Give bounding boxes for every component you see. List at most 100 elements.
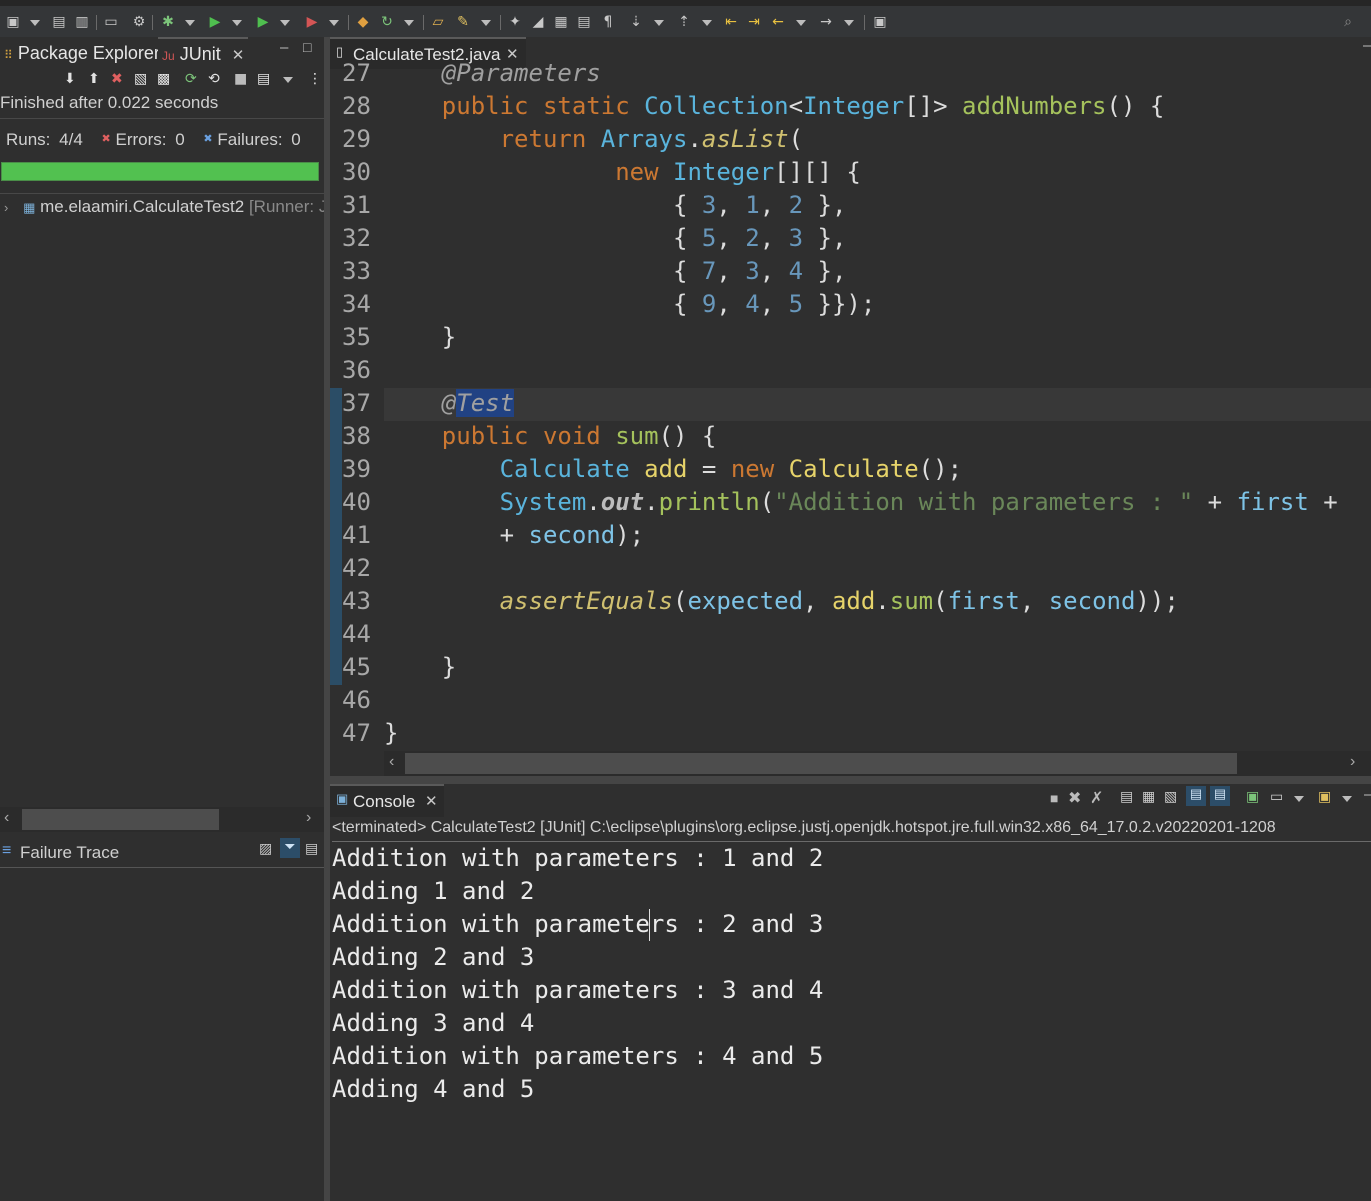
pin-console-icon[interactable]: ▣ bbox=[1246, 788, 1259, 805]
code-line-38[interactable]: public void sum() { bbox=[384, 422, 717, 450]
next-failure-icon[interactable]: ⬇ bbox=[64, 71, 76, 87]
code-line-47[interactable]: } bbox=[384, 719, 398, 747]
whitespace-icon[interactable]: ▦ bbox=[553, 14, 569, 30]
paragraph-icon[interactable]: ¶ bbox=[600, 14, 616, 30]
terminate-icon[interactable]: ■ bbox=[1050, 790, 1058, 806]
rerun-icon[interactable]: ⟳ bbox=[185, 71, 197, 87]
open-console-icon[interactable]: ▣ bbox=[1318, 788, 1331, 805]
refresh-icon[interactable]: ↻ bbox=[379, 14, 395, 30]
next-annotation-icon[interactable]: ⇣ bbox=[628, 14, 644, 30]
code-line-39[interactable]: Calculate add = new Calculate(); bbox=[384, 455, 962, 483]
show-failures-only-icon[interactable]: ✖ bbox=[111, 71, 123, 87]
code-line-30[interactable]: new Integer[][] { bbox=[384, 158, 861, 186]
debug-icon[interactable]: ✱ bbox=[160, 14, 176, 30]
display-console-icon[interactable]: ▭ bbox=[1270, 788, 1283, 805]
annotation-dropdown[interactable] bbox=[654, 20, 664, 26]
clear-console-icon[interactable]: ▤ bbox=[1120, 788, 1133, 805]
code-line-31[interactable]: { 3, 1, 2 }, bbox=[384, 191, 846, 219]
debug-dropdown[interactable] bbox=[185, 20, 195, 26]
scroll-right-icon[interactable]: › bbox=[1350, 753, 1355, 771]
code-line-43[interactable]: assertEquals(expected, add.sum(first, se… bbox=[384, 587, 1179, 615]
refresh-dropdown[interactable] bbox=[404, 20, 414, 26]
scroll-lock-icon[interactable]: ▦ bbox=[1142, 788, 1155, 805]
code-line-34[interactable]: { 9, 4, 5 }}); bbox=[384, 290, 875, 318]
search-icon[interactable]: ✎ bbox=[455, 14, 471, 30]
run-dropdown[interactable] bbox=[232, 20, 242, 26]
perspective-icon[interactable]: ▣ bbox=[872, 14, 888, 30]
expand-chevron-icon[interactable]: › bbox=[4, 200, 8, 215]
block-selection-icon[interactable]: ▤ bbox=[576, 14, 592, 30]
navigate-back-dropdown[interactable] bbox=[796, 20, 806, 26]
terminal-icon[interactable]: ▭ bbox=[103, 14, 119, 30]
close-icon[interactable]: ✕ bbox=[232, 47, 245, 64]
toolbar-separator bbox=[864, 15, 865, 30]
copy-trace-icon[interactable]: ▤ bbox=[305, 840, 318, 857]
code-line-29[interactable]: return Arrays.asList( bbox=[384, 125, 803, 153]
scroll-right-icon[interactable]: › bbox=[306, 809, 311, 827]
external-tools-dropdown[interactable] bbox=[329, 20, 339, 26]
navigate-back-icon[interactable]: ← bbox=[770, 14, 786, 30]
back-icon[interactable]: ⇡ bbox=[676, 14, 692, 30]
editor-scroll-thumb[interactable] bbox=[405, 753, 1237, 774]
stop-icon[interactable]: ■ bbox=[234, 71, 247, 87]
code-line-28[interactable]: public static Collection<Integer[]> addN… bbox=[384, 92, 1165, 120]
navigate-forward-icon[interactable]: → bbox=[818, 14, 834, 30]
remove-all-icon[interactable]: ✗ bbox=[1090, 788, 1103, 808]
new-package-icon[interactable]: ◆ bbox=[355, 14, 371, 30]
code-line-45[interactable]: } bbox=[384, 653, 456, 681]
back-dropdown[interactable] bbox=[702, 20, 712, 26]
open-console-dropdown[interactable] bbox=[1342, 796, 1352, 802]
history-icon[interactable]: ▤ bbox=[257, 71, 270, 87]
run-icon[interactable]: ▶ bbox=[207, 14, 223, 30]
save-icon[interactable]: ▤ bbox=[51, 14, 67, 30]
code-line-41[interactable]: + second); bbox=[384, 521, 645, 549]
last-edit-icon[interactable]: ⇤ bbox=[723, 14, 739, 30]
close-icon[interactable]: ✕ bbox=[425, 792, 438, 810]
minimize-icon[interactable]: – bbox=[1364, 786, 1371, 803]
scroll-left-icon[interactable]: ‹ bbox=[389, 753, 394, 771]
remove-launch-icon[interactable]: ✖ bbox=[1068, 788, 1081, 808]
rerun-failed-icon[interactable]: ⟲ bbox=[208, 71, 220, 87]
new-dropdown[interactable] bbox=[30, 20, 40, 26]
tab-package-explorer[interactable]: ⠿ Package Explorer bbox=[4, 37, 160, 69]
maximize-icon[interactable]: □ bbox=[303, 39, 311, 55]
left-scroll-thumb[interactable] bbox=[22, 809, 219, 830]
save-all-icon[interactable]: ▥ bbox=[74, 14, 90, 30]
history-dropdown[interactable] bbox=[283, 77, 293, 83]
previous-failure-icon[interactable]: ⬆ bbox=[88, 71, 100, 87]
code-line-37[interactable]: @Test bbox=[384, 389, 515, 417]
code-line-40[interactable]: System.out.println("Addition with parame… bbox=[384, 488, 1338, 516]
word-wrap-icon[interactable]: ▧ bbox=[1164, 788, 1177, 805]
external-tools-icon[interactable]: ▶ bbox=[304, 14, 320, 30]
minimize-icon[interactable]: – bbox=[1363, 37, 1371, 54]
show-skipped-icon[interactable]: ▧ bbox=[134, 71, 147, 87]
tab-console[interactable]: ▣ Console ✕ bbox=[330, 784, 444, 817]
new-icon[interactable]: ▣ bbox=[5, 14, 21, 30]
navigate-forward-dropdown[interactable] bbox=[844, 20, 854, 26]
code-line-35[interactable]: } bbox=[384, 323, 456, 351]
quick-access-search-icon[interactable]: ⌕ bbox=[1340, 14, 1356, 30]
mark-occurrences-icon[interactable]: ◢ bbox=[530, 14, 546, 30]
filter-stack-icon[interactable]: ⏷ bbox=[280, 838, 300, 858]
coverage-dropdown[interactable] bbox=[280, 20, 290, 26]
show-stderr-icon[interactable]: ▤ bbox=[1210, 786, 1230, 806]
test-tree-item[interactable]: › ▦ me.elaamiri.CalculateTest2 [Runner: … bbox=[0, 197, 324, 221]
coverage-icon[interactable]: ▶ bbox=[255, 14, 271, 30]
tab-junit[interactable]: Ju JUnit ✕ bbox=[158, 37, 249, 69]
annotations-icon[interactable]: ✦ bbox=[507, 14, 523, 30]
minimize-icon[interactable]: – bbox=[280, 39, 288, 56]
settings-icon[interactable]: ⚙ bbox=[131, 14, 147, 30]
view-menu-icon[interactable]: ⋮ bbox=[308, 71, 322, 87]
forward-edit-icon[interactable]: ⇥ bbox=[746, 14, 762, 30]
display-console-dropdown[interactable] bbox=[1294, 796, 1304, 802]
compare-icon[interactable]: ▨ bbox=[259, 840, 272, 857]
code-line-27[interactable]: @Parameters bbox=[384, 59, 601, 87]
open-type-icon[interactable]: ▱ bbox=[430, 14, 446, 30]
code-line-32[interactable]: { 5, 2, 3 }, bbox=[384, 224, 846, 252]
scroll-left-icon[interactable]: ‹ bbox=[4, 809, 9, 827]
show-stdout-icon[interactable]: ▤ bbox=[1186, 786, 1206, 806]
code-line-33[interactable]: { 7, 3, 4 }, bbox=[384, 257, 846, 285]
horizontal-splitter[interactable] bbox=[330, 776, 1371, 784]
search-dropdown[interactable] bbox=[481, 20, 491, 26]
scroll-lock-icon[interactable]: ▩ bbox=[157, 71, 170, 87]
